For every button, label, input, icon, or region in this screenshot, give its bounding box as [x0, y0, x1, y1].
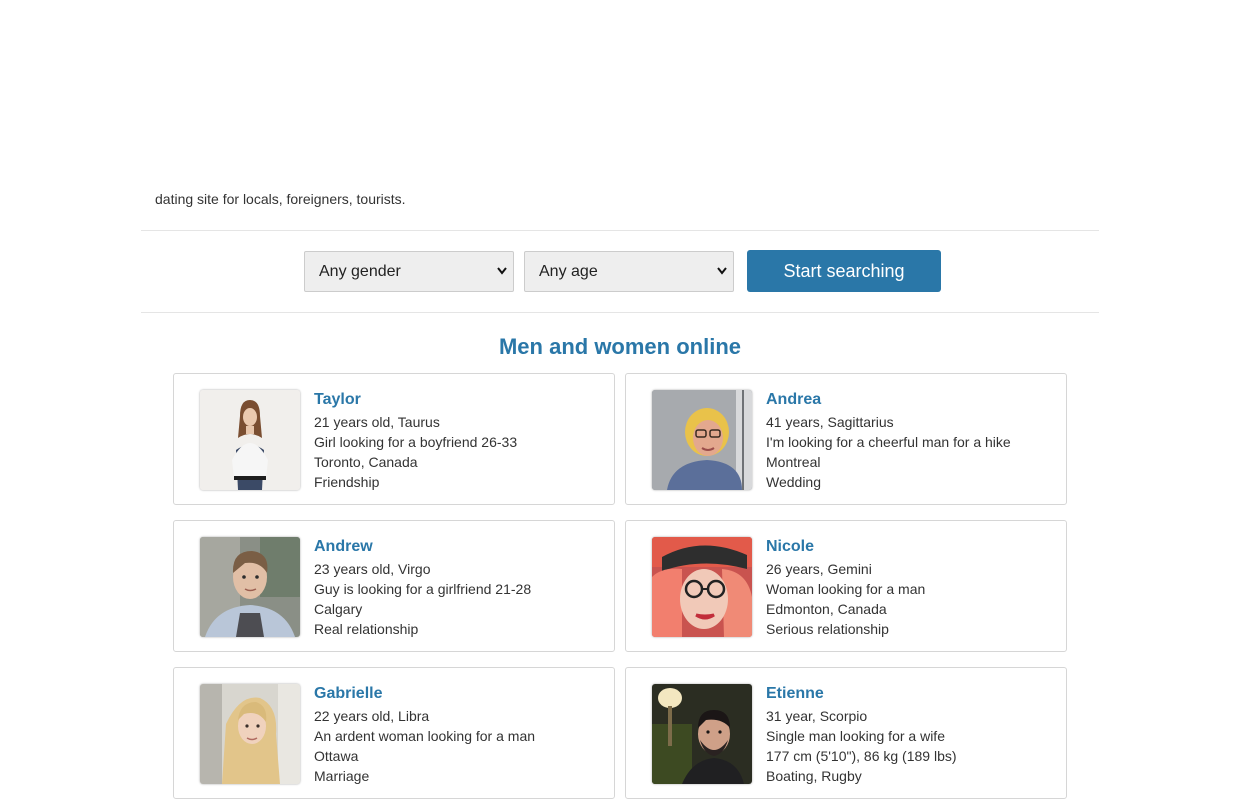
divider: [141, 230, 1099, 231]
profile-info: Nicole 26 years, Gemini Woman looking fo…: [766, 537, 925, 639]
profile-name[interactable]: Etienne: [766, 684, 957, 706]
intro-text: dating site for locals, foreigners, tour…: [155, 192, 406, 207]
profile-age: 22 years old, Libra: [314, 708, 430, 724]
profile-age: 23 years old, Virgo: [314, 561, 431, 577]
profile-goal: Marriage: [314, 768, 370, 784]
profile-age: 26 years, Gemini: [766, 561, 872, 577]
profile-card[interactable]: Gabrielle 22 years old, Libra An ardent …: [173, 667, 615, 799]
profile-location: Montreal: [766, 454, 821, 470]
age-select[interactable]: Any age: [524, 251, 734, 292]
section-title: Men and women online: [498, 334, 741, 359]
profile-location: Ottawa: [314, 748, 359, 764]
profile-photo[interactable]: [652, 684, 752, 784]
profile-looking-for: Guy is looking for a girlfriend 21-28: [314, 581, 532, 597]
profile-location: Edmonton, Canada: [766, 601, 887, 617]
profile-name[interactable]: Andrea: [766, 390, 1011, 412]
divider: [141, 312, 1099, 313]
profile-location: 177 cm (5'10"), 86 kg (189 lbs): [766, 748, 957, 764]
profile-card[interactable]: Andrea 41 years, Sagittarius I'm looking…: [625, 373, 1067, 505]
banner-cover: [0, 0, 1240, 192]
profile-info: Andrew 23 years old, Virgo Guy is lookin…: [314, 537, 531, 639]
gender-select-value: Any gender: [319, 263, 401, 280]
profile-photo[interactable]: [652, 537, 752, 637]
profile-photo[interactable]: [200, 684, 300, 784]
profile-photo[interactable]: [200, 537, 300, 637]
start-searching-button[interactable]: Start searching: [747, 250, 941, 292]
profile-looking-for: I'm looking for a cheerful man for a hik…: [766, 434, 1011, 450]
profile-photo[interactable]: [200, 390, 300, 490]
profile-card[interactable]: Andrew 23 years old, Virgo Guy is lookin…: [173, 520, 615, 652]
profile-info: Gabrielle 22 years old, Libra An ardent …: [314, 684, 535, 786]
profile-looking-for: An ardent woman looking for a man: [314, 728, 536, 744]
profile-looking-for: Single man looking for a wife: [766, 728, 945, 744]
profile-looking-for: Woman looking for a man: [766, 581, 926, 597]
profile-goal: Serious relationship: [766, 621, 889, 637]
profile-location: Toronto, Canada: [314, 454, 418, 470]
profile-goal: Boating, Rugby: [766, 768, 862, 784]
profile-name[interactable]: Taylor: [314, 390, 517, 412]
profile-card[interactable]: Etienne 31 year, Scorpio Single man look…: [625, 667, 1067, 799]
profile-name[interactable]: Gabrielle: [314, 684, 535, 706]
profile-card[interactable]: Taylor 21 years old, Taurus Girl looking…: [173, 373, 615, 505]
profile-age: 31 year, Scorpio: [766, 708, 868, 724]
profile-photo[interactable]: [652, 390, 752, 490]
age-select-value: Any age: [539, 263, 598, 280]
profile-age: 21 years old, Taurus: [314, 414, 440, 430]
profile-goal: Friendship: [314, 474, 380, 490]
profile-name[interactable]: Andrew: [314, 537, 531, 559]
profile-location: Calgary: [314, 601, 363, 617]
profile-looking-for: Girl looking for a boyfriend 26-33: [314, 434, 518, 450]
profile-info: Taylor 21 years old, Taurus Girl looking…: [314, 390, 517, 492]
profile-card[interactable]: Nicole 26 years, Gemini Woman looking fo…: [625, 520, 1067, 652]
profile-name[interactable]: Nicole: [766, 537, 925, 559]
profile-info: Etienne 31 year, Scorpio Single man look…: [766, 684, 957, 786]
profile-age: 41 years, Sagittarius: [766, 414, 894, 430]
profile-goal: Real relationship: [314, 621, 419, 637]
gender-select[interactable]: Any gender: [304, 251, 514, 292]
profile-info: Andrea 41 years, Sagittarius I'm looking…: [766, 390, 1011, 492]
profile-goal: Wedding: [766, 474, 822, 490]
